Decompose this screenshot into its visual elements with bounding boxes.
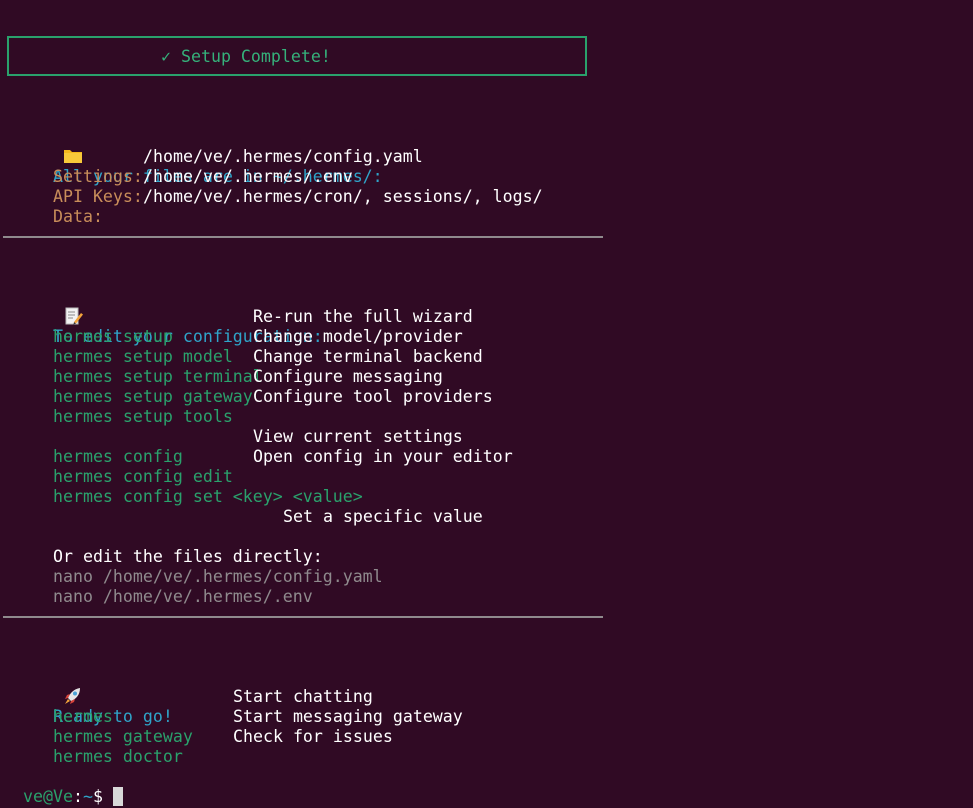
terminal-cursor[interactable]: [112, 787, 123, 806]
files-row: API Keys: /home/ve/.hermes/.env: [33, 167, 353, 206]
files-row: Settings: /home/ve/.hermes/config.yaml: [33, 147, 423, 186]
edit-heading-line: To edit your configuration:: [3, 267, 323, 346]
command-description: Configure messaging: [253, 367, 443, 386]
direct-command: nano /home/ve/.hermes/config.yaml: [33, 547, 383, 586]
command-row: hermes setup gateway Configure messaging: [33, 367, 443, 406]
command-row: hermes config edit Open config in your e…: [33, 447, 513, 486]
command-description: Change terminal backend: [253, 347, 483, 366]
command-description: Set a specific value: [282, 507, 483, 526]
files-row: Data: /home/ve/.hermes/cron/, sessions/,…: [33, 187, 543, 226]
files-row-value: /home/ve/.hermes/config.yaml: [143, 147, 423, 166]
banner-text: ✓ Setup Complete!: [161, 47, 331, 66]
section-divider: [3, 236, 603, 238]
files-row-value: /home/ve/.hermes/cron/, sessions/, logs/: [143, 187, 543, 206]
command-description: Check for issues: [233, 727, 393, 746]
command-description: Open config in your editor: [253, 447, 513, 466]
prompt-symbol: $: [92, 787, 103, 806]
direct-command: nano /home/ve/.hermes/.env: [33, 567, 313, 606]
prompt-path: ~: [82, 787, 93, 806]
direct-edit-heading: Or edit the files directly:: [33, 527, 323, 566]
shell-prompt[interactable]: ve@Ve:~$: [3, 767, 123, 806]
prompt-separator: :: [72, 787, 83, 806]
rocket-icon: [23, 667, 80, 704]
command-row: hermes config set <key> <value>: [33, 467, 363, 506]
command-row: hermes setup terminal Change terminal ba…: [33, 347, 483, 386]
ready-heading-line: Ready to go!: [3, 647, 173, 726]
command-row: hermes setup tools Configure tool provid…: [33, 387, 493, 426]
command-row: hermes setup Re-run the full wizard: [33, 307, 473, 346]
files-row-value: /home/ve/.hermes/.env: [143, 167, 353, 186]
command-name: hermes setup tools: [52, 407, 233, 426]
command-description: Re-run the full wizard: [253, 307, 473, 326]
command-description: Change model/provider: [253, 327, 463, 346]
command-row: hermes Start chatting: [33, 687, 373, 726]
command-description: View current settings: [253, 427, 463, 446]
files-heading-line: All your files are in ~/.hermes/:: [3, 107, 383, 186]
folder-icon: [23, 127, 82, 163]
command-description-row: Set a specific value: [263, 487, 483, 526]
files-row-label: Data:: [52, 207, 103, 226]
command-name: hermes doctor: [52, 747, 183, 766]
command-row: hermes doctor Check for issues: [33, 727, 393, 766]
direct-command-text: nano /home/ve/.hermes/.env: [52, 587, 313, 606]
section-divider: [3, 616, 603, 618]
command-row: hermes setup model Change model/provider: [33, 327, 463, 366]
memo-icon: [23, 287, 83, 325]
command-description: Start chatting: [233, 687, 373, 706]
command-row: hermes gateway Start messaging gateway: [33, 707, 463, 746]
prompt-user-host: ve@Ve: [22, 787, 73, 806]
setup-complete-banner: ✓ Setup Complete!: [7, 36, 587, 76]
command-description: Configure tool providers: [253, 387, 493, 406]
command-description: Start messaging gateway: [233, 707, 463, 726]
command-row: hermes config View current settings: [33, 427, 463, 466]
